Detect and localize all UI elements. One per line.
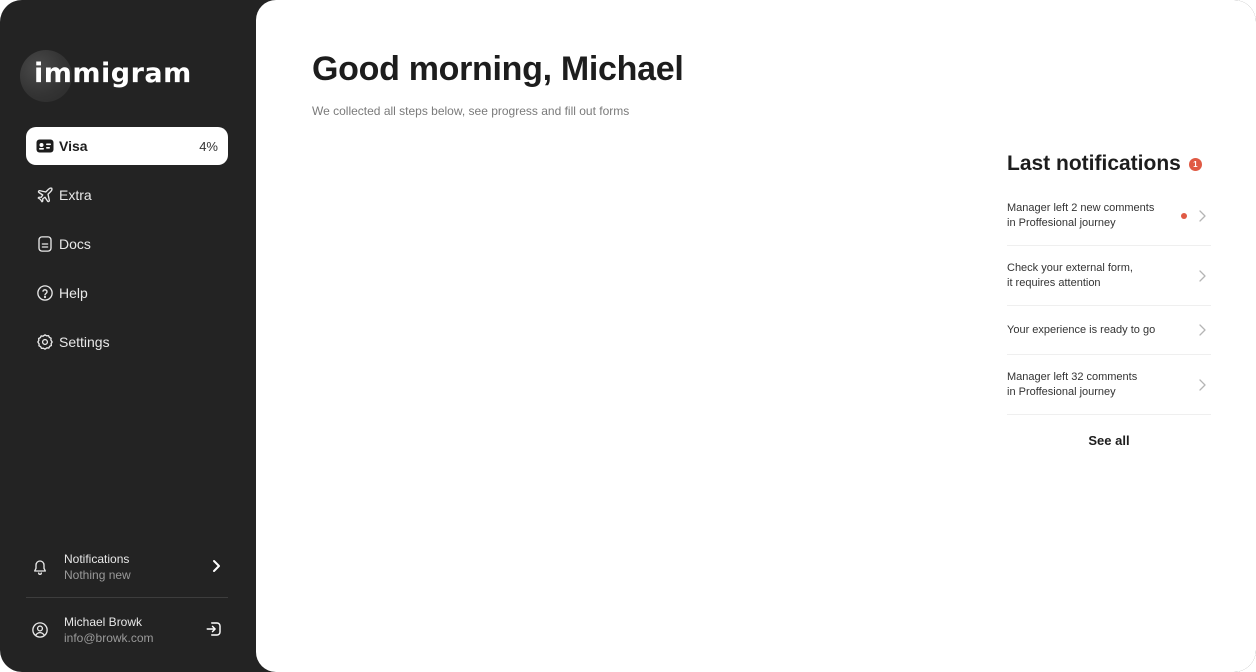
page-subtitle: We collected all steps below, see progre… <box>312 104 630 118</box>
notification-item[interactable]: Manager left 32 comments in Proffesional… <box>1007 355 1211 415</box>
notification-text: Manager left 32 comments in Proffesional… <box>1007 370 1177 400</box>
notifications-title: Notifications <box>64 552 130 566</box>
notification-line-1: Manager left 32 comments <box>1007 370 1138 383</box>
notification-line-1: Manager left 2 new comments <box>1007 201 1155 214</box>
sidebar-item-label: Docs <box>59 236 91 252</box>
sidebar-item-label: Extra <box>59 187 92 203</box>
sidebar-item-label: Help <box>59 285 88 301</box>
notifications-panel-header: Last notifications 1 <box>1007 150 1211 178</box>
notification-line-1: Check your external form, <box>1007 261 1133 274</box>
notification-line-1: Your experience is ready to go <box>1007 323 1156 336</box>
logo[interactable]: immigram <box>20 48 220 102</box>
notification-text: Manager left 2 new comments in Proffesio… <box>1007 201 1177 231</box>
plane-icon <box>36 186 54 204</box>
main-content: Good morning, Michael We collected all s… <box>256 0 1256 672</box>
notifications-status: Nothing new <box>64 568 131 582</box>
sidebar-item-label: Visa <box>59 138 88 154</box>
gear-icon <box>36 333 54 351</box>
sidebar-item-docs[interactable]: Docs <box>26 225 228 263</box>
chevron-right-icon <box>1199 324 1206 336</box>
sidebar-item-settings[interactable]: Settings <box>26 323 228 361</box>
document-icon <box>36 235 54 253</box>
notifications-panel-title: Last notifications <box>1007 152 1181 175</box>
sidebar-nav: Visa 4% Extra Docs Help Settings <box>26 127 228 372</box>
chevron-right-icon <box>1199 269 1206 282</box>
notification-item[interactable]: Check your external form, it requires at… <box>1007 246 1211 306</box>
chevron-right-icon <box>1199 209 1206 222</box>
page-title: Good morning, Michael <box>312 50 684 88</box>
notification-line-2: it requires attention <box>1007 276 1101 289</box>
sidebar-item-visa[interactable]: Visa 4% <box>26 127 228 165</box>
notification-item[interactable]: Your experience is ready to go <box>1007 306 1211 355</box>
help-icon <box>36 284 54 302</box>
sidebar-item-extra[interactable]: Extra <box>26 176 228 214</box>
user-name: Michael Browk <box>64 615 143 629</box>
unread-dot-icon <box>1181 212 1187 219</box>
visa-progress-badge: 4% <box>199 138 218 154</box>
bell-icon <box>26 558 54 576</box>
logout-icon[interactable] <box>204 619 224 639</box>
notification-line-2: in Proffesional journey <box>1007 216 1116 229</box>
user-email: info@browk.com <box>64 631 154 645</box>
logo-text: immigram <box>34 58 192 89</box>
sidebar-notifications[interactable]: Notifications Nothing new <box>26 547 228 587</box>
notifications-summary: Notifications Nothing new <box>64 552 131 582</box>
see-all-link[interactable]: See all <box>1007 433 1211 448</box>
notification-text: Check your external form, it requires at… <box>1007 261 1177 291</box>
sidebar-item-help[interactable]: Help <box>26 274 228 312</box>
chevron-right-icon <box>1199 378 1206 391</box>
chevron-right-icon[interactable] <box>208 557 224 575</box>
user-profile[interactable]: Michael Browk info@browk.com <box>26 610 228 650</box>
user-avatar-icon <box>26 621 54 639</box>
sidebar-item-label: Settings <box>59 334 110 350</box>
notification-count-badge: 1 <box>1188 157 1202 171</box>
user-info: Michael Browk info@browk.com <box>64 615 154 645</box>
notification-list: Manager left 2 new comments in Proffesio… <box>1007 186 1211 415</box>
notification-text: Your experience is ready to go <box>1007 323 1177 338</box>
notification-line-2: in Proffesional journey <box>1007 385 1116 398</box>
sidebar: immigram Visa 4% Extra Docs Help Setting… <box>0 0 256 672</box>
id-card-icon <box>36 137 54 155</box>
app-window: immigram Visa 4% Extra Docs Help Setting… <box>0 0 1256 672</box>
notification-item[interactable]: Manager left 2 new comments in Proffesio… <box>1007 186 1211 246</box>
last-notifications-panel: Last notifications 1 Manager left 2 new … <box>1007 150 1211 448</box>
sidebar-divider <box>26 597 228 598</box>
